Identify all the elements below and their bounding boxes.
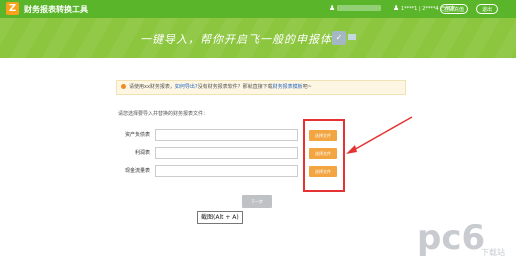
site-watermark: pc6 下载站 — [417, 218, 505, 258]
watermark-subtext: 下载站 — [481, 247, 505, 257]
next-button[interactable]: 下一步 — [242, 195, 272, 208]
screenshot-tooltip: 截图(Alt + A) — [197, 211, 243, 224]
watermark-logo: pc6 — [417, 218, 485, 258]
